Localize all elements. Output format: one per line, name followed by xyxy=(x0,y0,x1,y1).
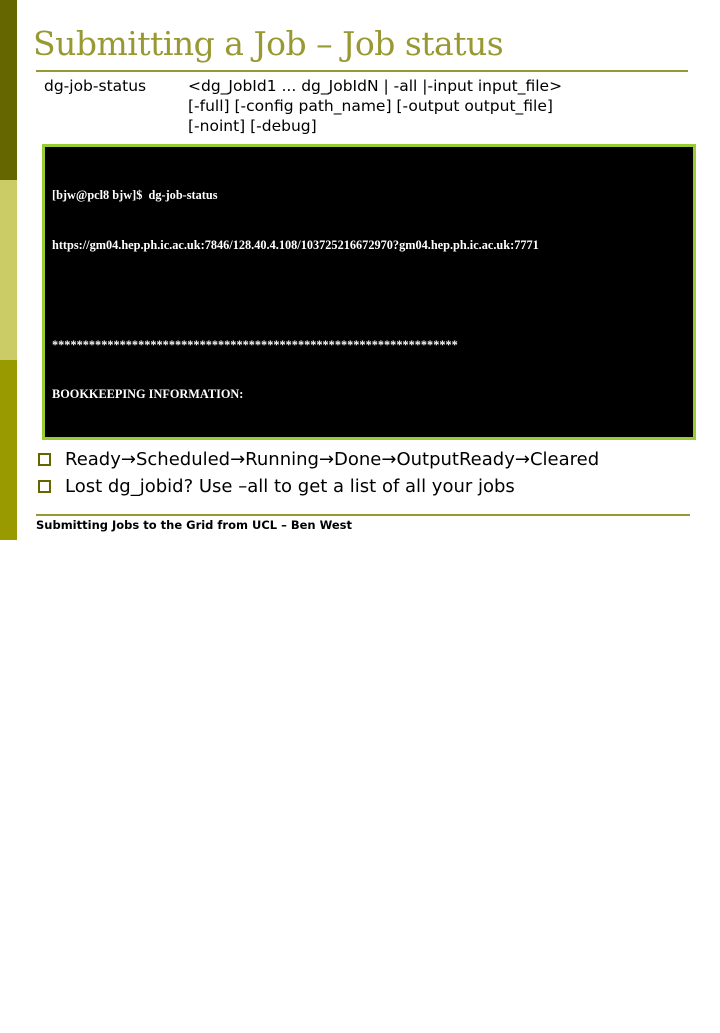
terminal-field-row: Job Owner = /O=Grid/O=UKHEP/OU=hep.ucl.a… xyxy=(52,884,539,901)
bullet-text: Lost dg_jobid? Use –all to get a list of… xyxy=(65,476,515,497)
sidebar-segment-bottom xyxy=(0,360,17,540)
square-bullet-icon xyxy=(38,480,51,493)
slide-title: Submitting a Job – Job status xyxy=(33,24,504,63)
field-value: OutputReady xyxy=(219,735,291,750)
field-key: Status xyxy=(52,735,85,750)
terminal-field-row: Status = OutputReady xyxy=(52,735,539,752)
terminal-heading: BOOKKEEPING INFORMATION: xyxy=(52,387,244,402)
terminal-separator: ****************************************… xyxy=(52,337,458,352)
terminal-field-row: Status Reason = terminated xyxy=(52,834,539,851)
field-key: Job Owner xyxy=(52,885,111,900)
terminal-jobid-row: dg_JobId = xyxy=(52,635,539,652)
sidebar-segment-top xyxy=(0,0,17,180)
terminal-line: https://gm04.hep.ph.ic.ac.uk:7846/128.40… xyxy=(52,237,539,252)
field-equals: = xyxy=(195,785,203,800)
syntax-arg-line: [-full] [-config path_name] [-output out… xyxy=(188,97,553,115)
terminal-line: https://gm04.hep.ph.ic.ac.uk:7846/128.40… xyxy=(52,536,539,551)
field-key: Status Enter Time xyxy=(52,934,148,949)
bullet-text: Ready→Scheduled→Running→Done→OutputReady… xyxy=(65,449,600,470)
terminal-lines: [bjw@pcl8 bjw]$ dg-job-status https://gm… xyxy=(52,154,539,1033)
field-value: terminated xyxy=(219,835,278,850)
field-equals: = xyxy=(195,934,203,949)
field-equals: = xyxy=(195,735,203,750)
field-equals: = xyxy=(195,636,203,651)
square-bullet-icon xyxy=(38,453,51,466)
title-divider xyxy=(36,70,688,72)
slide-sidebar xyxy=(0,0,17,540)
terminal-field-row: Last Update Time = Thu Apr 18 11:12:30 2… xyxy=(52,785,539,802)
terminal-output: [bjw@pcl8 bjw]$ dg-job-status https://gm… xyxy=(42,144,696,999)
syntax-args: <dg_JobId1 ... dg_JobIdN | -all |-input … xyxy=(188,76,562,136)
syntax-arg-line: [-noint] [-debug] xyxy=(188,117,317,135)
bullet-item: Ready→Scheduled→Running→Done→OutputReady… xyxy=(38,446,599,473)
terminal-prompt-line: [bjw@pcl8 bjw]$ dg-job-status xyxy=(52,188,218,203)
field-equals: = xyxy=(195,885,203,900)
syntax-command: dg-job-status xyxy=(44,77,147,95)
slide-footer: Submitting Jobs to the Grid from UCL – B… xyxy=(36,518,353,532)
field-key: dg_JobId xyxy=(52,636,102,651)
syntax-arg-line: <dg_JobId1 ... dg_JobIdN | -all |-input … xyxy=(188,77,563,95)
terminal-separator: ****************************************… xyxy=(52,984,458,999)
field-key: Status Reason xyxy=(52,835,127,850)
field-key: Last Update Time xyxy=(52,785,147,800)
bullet-item: Lost dg_jobid? Use –all to get a list of… xyxy=(38,473,599,500)
sidebar-segment-middle xyxy=(0,180,17,360)
field-value: /O=Grid/O=UKHEP/OU=hep.ucl.ac.uk/CN=Ben … xyxy=(219,885,504,900)
field-equals: = xyxy=(195,835,203,850)
bullet-list: Ready→Scheduled→Running→Done→OutputReady… xyxy=(38,446,599,500)
terminal-field-row: Status Enter Time = Thu Apr 18 11:12:30 … xyxy=(52,934,539,951)
footer-divider xyxy=(36,514,690,516)
field-value: Thu Apr 18 11:12:30 2002 xyxy=(219,785,355,800)
field-value: Thu Apr 18 11:12:30 2002 xyxy=(219,934,355,949)
terminal-jobid-value: https://gm04.hep.ph.ic.ac.uk:7846/128.40… xyxy=(52,686,539,700)
